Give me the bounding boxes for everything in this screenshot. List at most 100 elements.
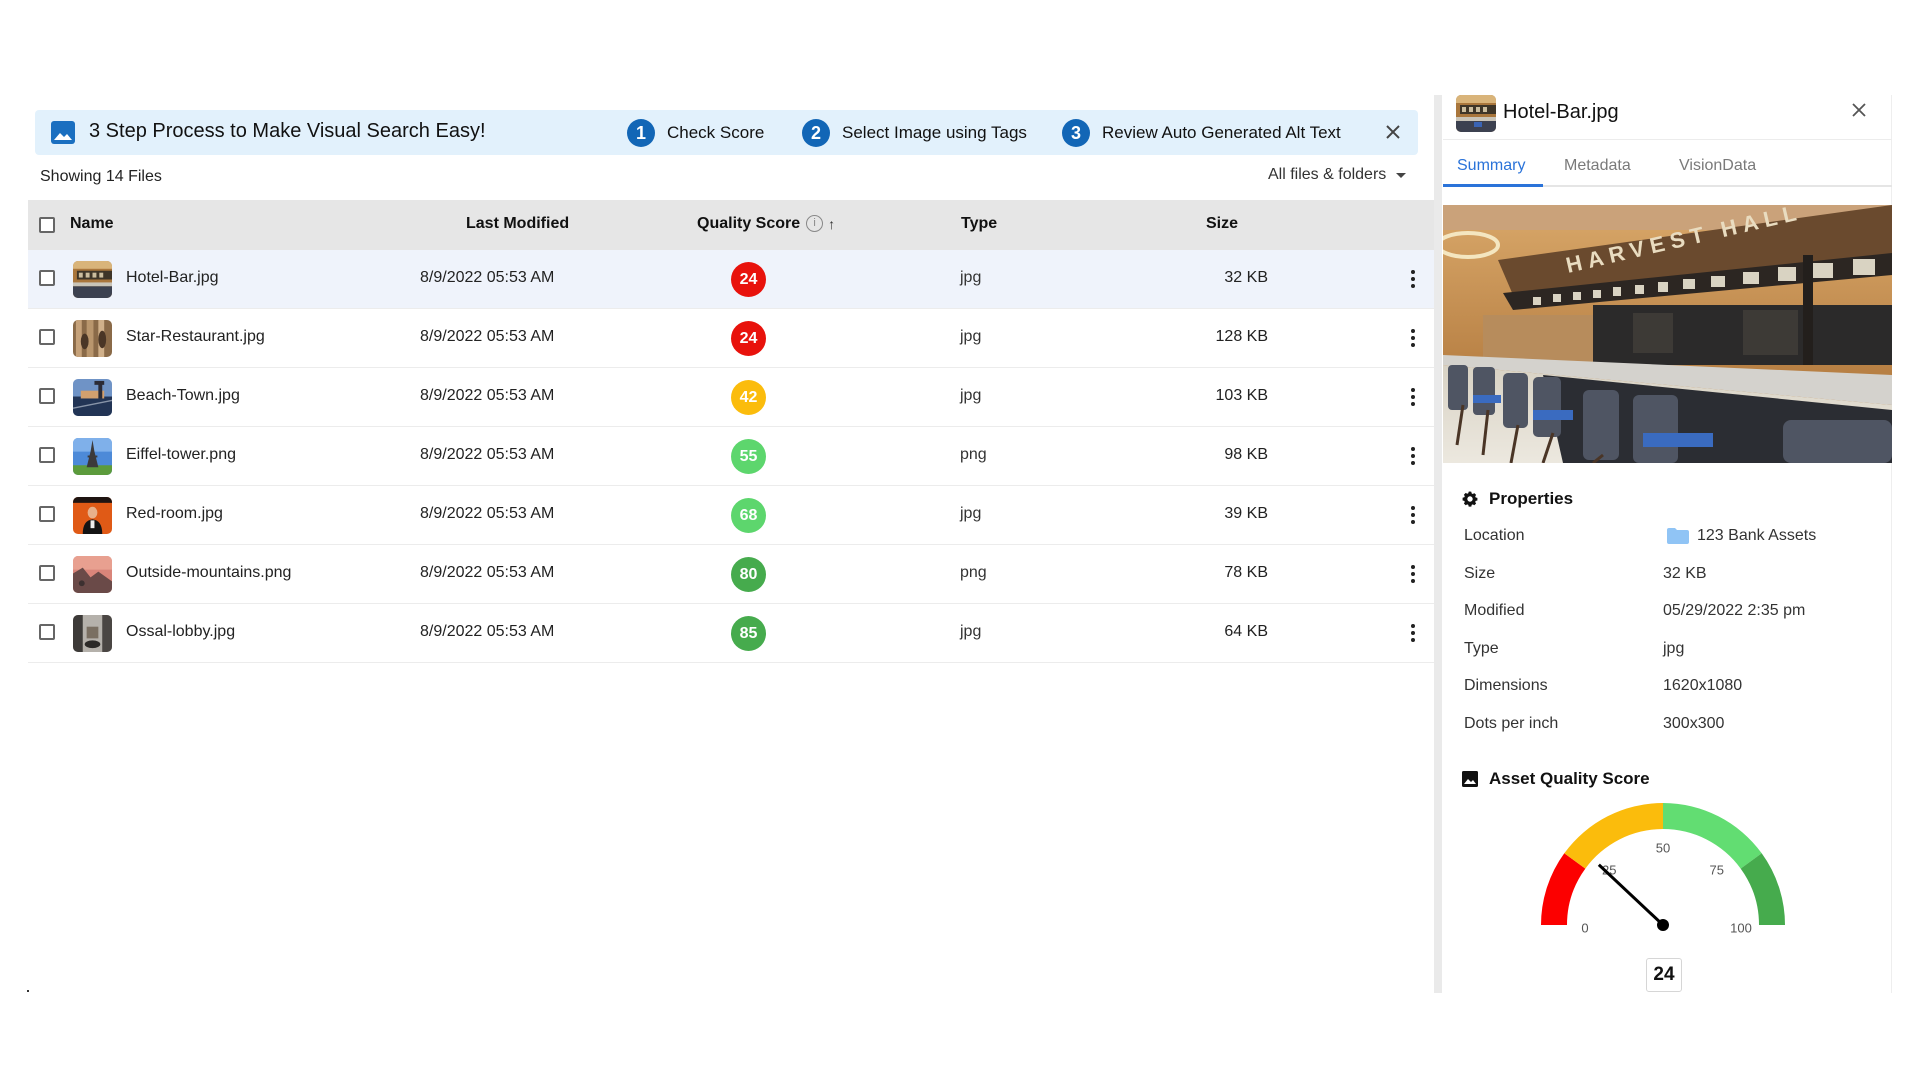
row-checkbox[interactable] [39,388,55,404]
row-checkbox[interactable] [39,624,55,640]
gauge-band-1 [1564,803,1663,869]
more-options-icon[interactable] [1408,622,1418,644]
quality-score-badge: 80 [731,557,766,592]
file-type: jpg [960,328,982,345]
file-thumbnail [73,320,112,357]
file-type: png [960,446,987,463]
gauge-tick-label: 75 [1710,863,1724,878]
row-checkbox[interactable] [39,270,55,286]
column-header-name[interactable]: Name [70,215,114,233]
step-number-badge: 1 [627,119,655,147]
selected-file-thumbnail [1456,95,1496,132]
file-name[interactable]: Red-room.jpg [126,505,223,523]
column-header-last-modified[interactable]: Last Modified [466,215,569,233]
file-count-label: Showing 14 Files [40,168,162,185]
scope-filter-label: All files & folders [1268,166,1387,183]
property-label-dimensions: Dimensions [1464,677,1548,694]
close-icon [1386,125,1400,139]
more-options-icon[interactable] [1408,445,1418,467]
row-checkbox[interactable] [39,329,55,345]
more-options-icon[interactable] [1408,563,1418,585]
table-row[interactable]: Hotel-Bar.jpg 8/9/2022 05:53 AM 24 jpg 3… [28,250,1434,309]
tab-visiondata[interactable]: VisionData [1679,157,1756,175]
table-row[interactable]: Star-Restaurant.jpg 8/9/2022 05:53 AM 24… [28,309,1434,368]
file-name[interactable]: Ossal-lobby.jpg [126,623,235,641]
file-size: 78 KB [1224,564,1268,581]
row-checkbox[interactable] [39,506,55,522]
property-value-location[interactable]: 123 Bank Assets [1667,527,1816,545]
column-header-size[interactable]: Size [1206,215,1238,233]
file-thumbnail [73,438,112,475]
caret-down-icon [1396,172,1407,178]
property-value-modified: 05/29/2022 2:35 pm [1663,602,1806,619]
property-label-type: Type [1464,640,1499,657]
gauge-band-0 [1541,853,1586,925]
info-icon[interactable]: i [806,215,824,233]
table-row[interactable]: Beach-Town.jpg 8/9/2022 05:53 AM 42 jpg … [28,368,1434,427]
more-options-icon[interactable] [1408,504,1418,526]
file-size: 39 KB [1224,505,1268,522]
file-size: 103 KB [1215,387,1268,404]
step-number-badge: 2 [802,119,830,147]
more-options-icon[interactable] [1408,327,1418,349]
file-name[interactable]: Star-Restaurant.jpg [126,328,265,346]
file-type: jpg [960,387,982,404]
tab-summary[interactable]: Summary [1457,157,1525,175]
properties-section-title: Properties [1461,489,1573,509]
step-select-image[interactable]: 2 Select Image using Tags [802,119,1027,147]
file-modified: 8/9/2022 05:53 AM [420,269,555,286]
table-row[interactable]: Red-room.jpg 8/9/2022 05:53 AM 68 jpg 39… [28,486,1434,545]
property-value-size: 32 KB [1663,565,1707,582]
more-options-icon[interactable] [1408,268,1418,290]
step-check-score[interactable]: 1 Check Score [627,119,764,147]
file-thumbnail [73,497,112,534]
gear-icon [1461,490,1479,508]
property-label-size: Size [1464,565,1496,582]
table-row[interactable]: Ossal-lobby.jpg 8/9/2022 05:53 AM 85 jpg… [28,604,1434,663]
tab-metadata[interactable]: Metadata [1564,157,1631,175]
file-name[interactable]: Eiffel-tower.png [126,446,236,464]
active-tab-indicator [1443,184,1543,187]
quality-score-badge: 24 [731,321,766,356]
row-checkbox[interactable] [39,447,55,463]
quality-score-badge: 24 [731,262,766,297]
scope-filter-dropdown[interactable]: All files & folders [1268,166,1407,184]
file-type: jpg [960,269,982,286]
more-options-icon[interactable] [1408,386,1418,408]
visual-search-banner: 3 Step Process to Make Visual Search Eas… [35,110,1418,155]
file-modified: 8/9/2022 05:53 AM [420,387,555,404]
step-label: Select Image using Tags [842,123,1027,142]
selected-file-title: Hotel-Bar.jpg [1503,101,1619,123]
step-label: Review Auto Generated Alt Text [1102,123,1341,142]
column-header-type[interactable]: Type [961,215,997,233]
properties-title: Properties [1489,489,1574,508]
file-size: 32 KB [1224,269,1268,286]
file-name[interactable]: Beach-Town.jpg [126,387,240,405]
file-modified: 8/9/2022 05:53 AM [420,505,555,522]
table-row[interactable]: Outside-mountains.png 8/9/2022 05:53 AM … [28,545,1434,604]
property-label-dpi: Dots per inch [1464,715,1559,732]
select-all-checkbox[interactable] [39,217,55,233]
file-size: 64 KB [1224,623,1268,640]
file-type: jpg [960,623,982,640]
sort-ascending-icon[interactable]: ↑ [828,216,835,232]
image-icon [51,121,75,144]
step-review-alt-text[interactable]: 3 Review Auto Generated Alt Text [1062,119,1341,147]
panel-resize-divider[interactable] [1434,95,1442,993]
quality-title: Asset Quality Score [1489,769,1650,788]
banner-title: 3 Step Process to Make Visual Search Eas… [89,120,486,142]
column-header-quality-score[interactable]: Quality Score i ↑ [697,215,835,233]
property-value-dpi: 300x300 [1663,715,1725,732]
file-modified: 8/9/2022 05:53 AM [420,564,555,581]
panel-tabs: Summary Metadata VisionData [1443,151,1892,187]
folder-icon [1667,528,1689,544]
close-banner-button[interactable] [1382,121,1404,143]
row-checkbox[interactable] [39,565,55,581]
quality-score-badge: 42 [731,380,766,415]
file-name[interactable]: Outside-mountains.png [126,564,291,582]
table-row[interactable]: Eiffel-tower.png 8/9/2022 05:53 AM 55 pn… [28,427,1434,486]
gauge-tick-label: 0 [1581,920,1588,935]
file-type: jpg [960,505,982,522]
file-name[interactable]: Hotel-Bar.jpg [126,269,219,287]
close-panel-button[interactable] [1848,99,1870,121]
